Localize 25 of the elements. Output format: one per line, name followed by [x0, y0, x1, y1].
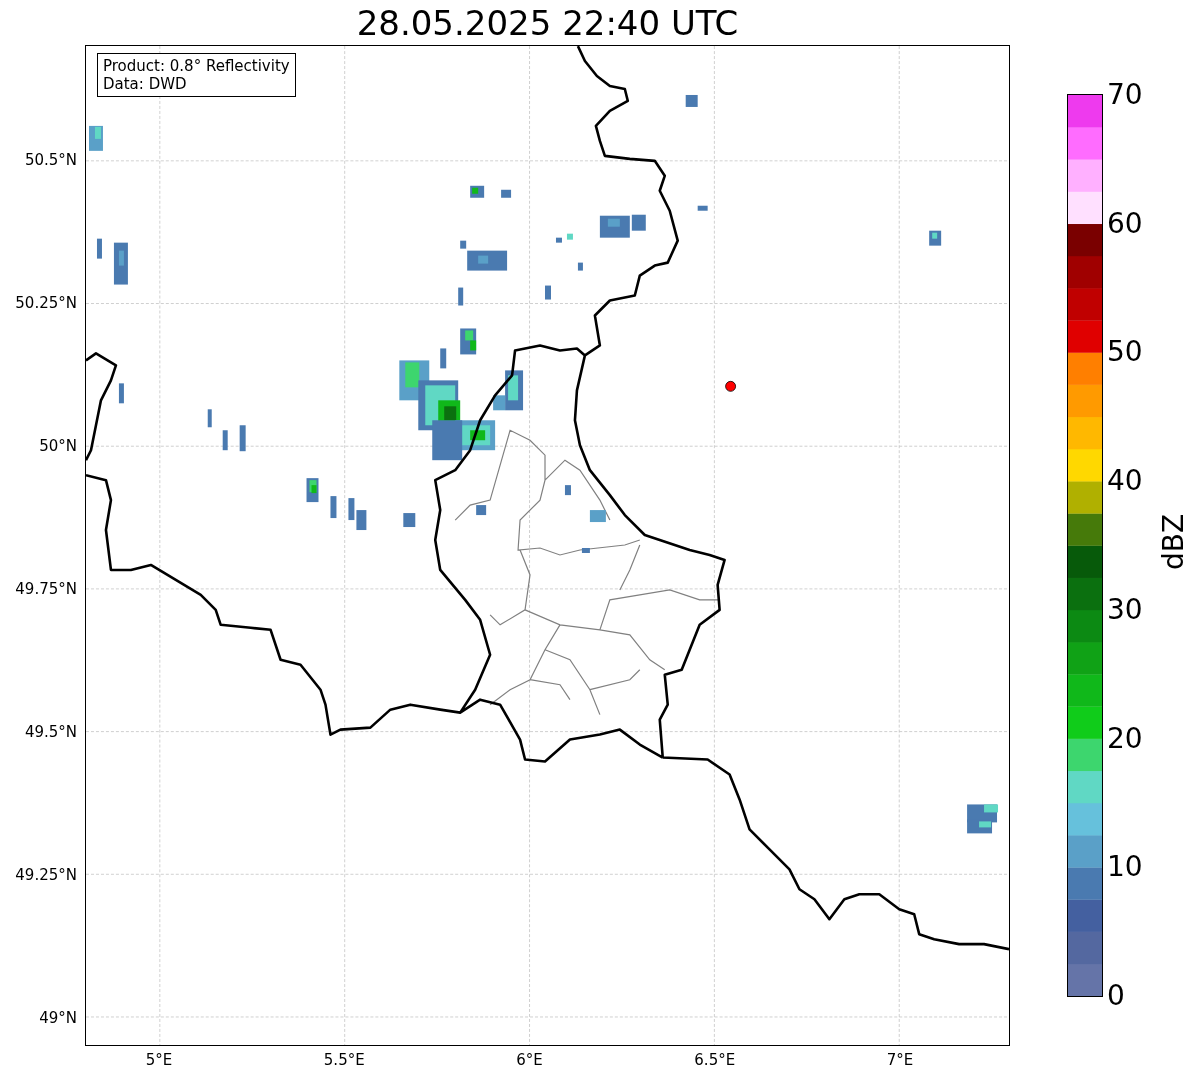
longitude-label: 5°E: [145, 1051, 173, 1069]
latitude-label: 49.25°N: [15, 866, 77, 884]
info-text: Data: DWD: [103, 75, 188, 93]
colorbar-tick-label: 50: [1107, 335, 1143, 370]
longitude-label: 6°E: [516, 1051, 543, 1069]
latitude-label: 50°N: [39, 437, 77, 455]
colorbar-tick-label: 60: [1107, 206, 1143, 241]
longitude-label: 6.5°E: [694, 1051, 736, 1069]
latitude-label: 49.75°N: [15, 580, 77, 598]
colorbar-tick-label: 10: [1107, 850, 1143, 885]
chart-title: 28.05.2025 22:40 UTC: [356, 2, 739, 43]
longitude-label: 7°E: [886, 1051, 914, 1069]
latitude-label: 50.25°N: [15, 294, 77, 312]
location-marker: [725, 380, 736, 392]
latitude-label: 49°N: [39, 1009, 77, 1027]
info-text: Product: 0.8° Reflectivity: [103, 57, 290, 75]
colorbar-tick-label: 30: [1107, 592, 1143, 627]
colorbar-tick-label: 20: [1107, 721, 1143, 756]
colorbar-tick-label: 70: [1107, 78, 1143, 112]
colorbar-tick-label: 0: [1107, 979, 1125, 1013]
colorbar-tick-label: 40: [1107, 464, 1143, 499]
latitude-label: 49.5°N: [24, 723, 77, 741]
latitude-label: 50.5°N: [24, 151, 77, 169]
longitude-label: 5.5°E: [323, 1051, 365, 1069]
colorbar-label: dBZ: [1157, 513, 1192, 571]
